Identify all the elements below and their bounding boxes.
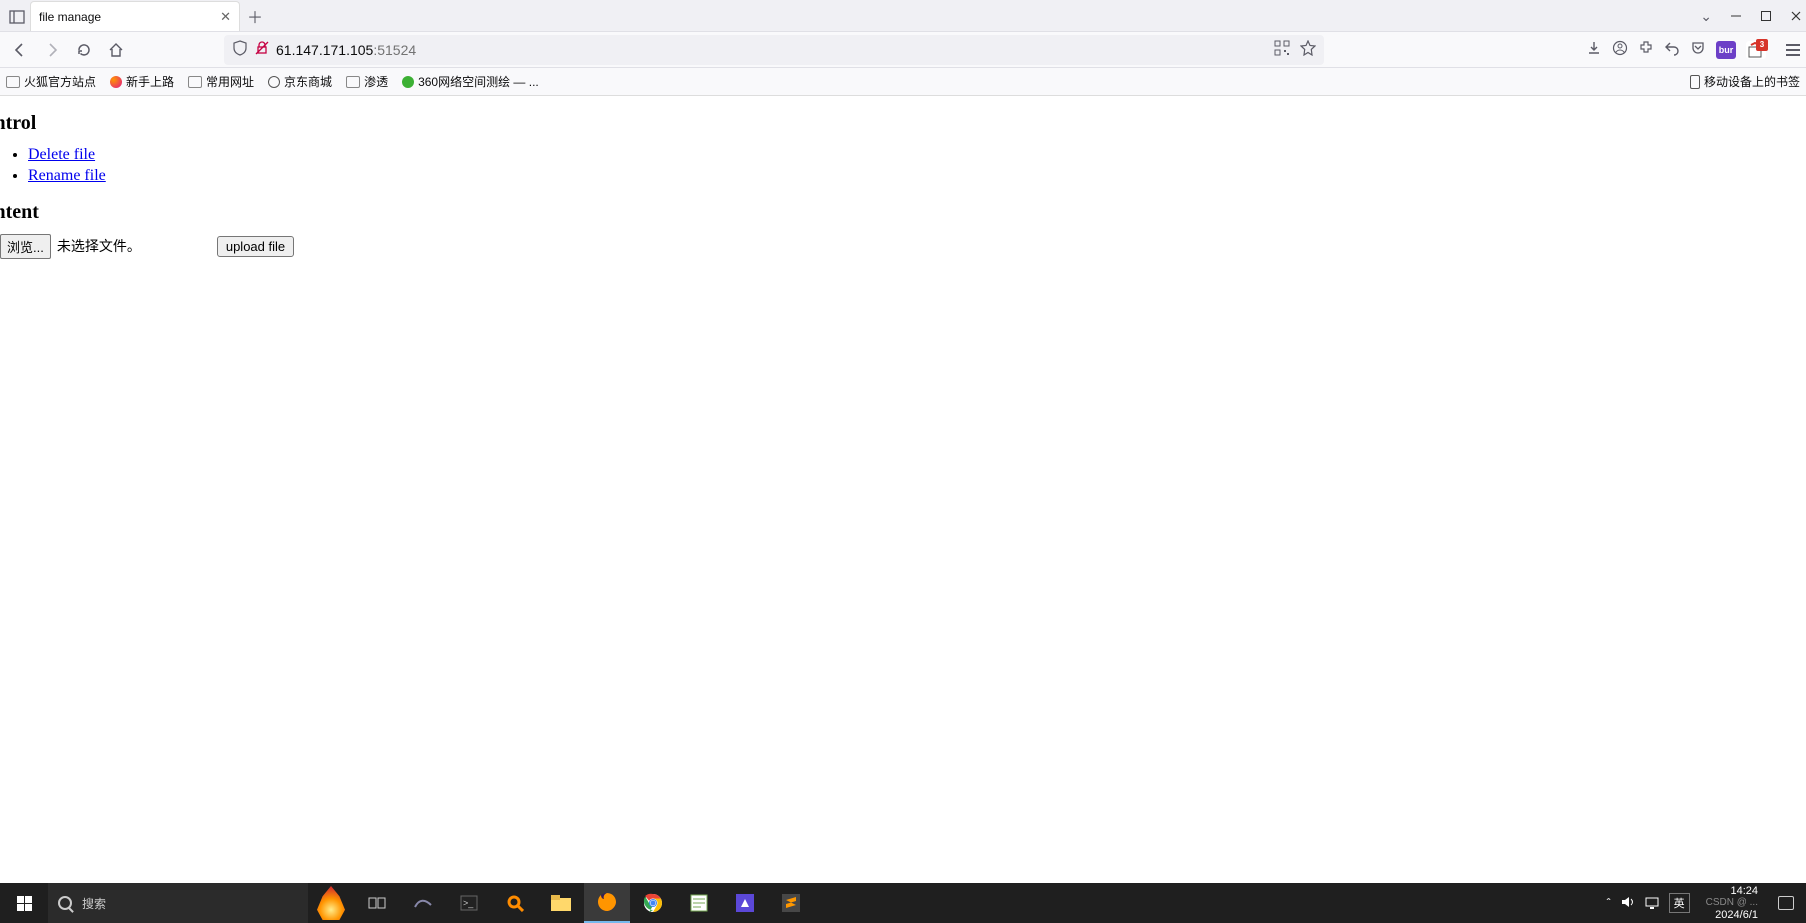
- nav-reload-button[interactable]: [70, 36, 98, 64]
- toolbar-right: bur 3: [1586, 40, 1800, 59]
- page-viewport: Control Delete file Rename file Content …: [0, 96, 1806, 883]
- bookmark-item-getting-started[interactable]: 新手上路: [110, 73, 174, 90]
- downloads-icon[interactable]: [1586, 40, 1602, 59]
- extension-hackbar-icon[interactable]: 3: [1746, 41, 1766, 59]
- taskbar-app-terminal[interactable]: >_: [446, 883, 492, 923]
- browser-tab-active[interactable]: file manage ✕: [30, 1, 240, 31]
- taskbar-search[interactable]: 搜索: [48, 883, 308, 923]
- bookmark-item-360[interactable]: 360网络空间测绘 — ...: [402, 73, 539, 90]
- bookmark-star-icon[interactable]: [1300, 40, 1316, 59]
- clock-date: 2024/6/1: [1715, 909, 1758, 922]
- browser-tab-strip: file manage ✕ ＋ ⌄: [0, 0, 1806, 32]
- account-icon[interactable]: [1612, 40, 1628, 59]
- start-button[interactable]: [0, 883, 48, 923]
- windows-logo-icon: [17, 896, 32, 911]
- browser-nav-bar: 61.147.171.105:51524 bur 3: [0, 32, 1806, 68]
- window-minimize-button[interactable]: [1730, 10, 1742, 22]
- search-placeholder: 搜索: [82, 895, 106, 912]
- taskbar-app-everything[interactable]: [492, 883, 538, 923]
- taskbar-app-kali[interactable]: [400, 883, 446, 923]
- new-tab-button[interactable]: ＋: [240, 1, 270, 31]
- windows-taskbar: 搜索 >_ ˆ 英 14:24 CSDN @ ... 2024/6/1: [0, 883, 1806, 923]
- taskbar-app-firefox[interactable]: [584, 883, 630, 923]
- url-text: 61.147.171.105:51524: [276, 42, 416, 58]
- qr-icon[interactable]: [1274, 40, 1290, 59]
- extensions-icon[interactable]: [1638, 40, 1654, 59]
- flame-icon: [317, 886, 345, 920]
- url-host: 61.147.171.105: [276, 42, 373, 58]
- undo-icon[interactable]: [1664, 40, 1680, 59]
- site-360-icon: [402, 76, 414, 88]
- bookmarks-toolbar: 火狐官方站点 新手上路 常用网址 京东商城 渗透 360网络空间测绘 — ...…: [0, 68, 1806, 96]
- tray-volume-icon[interactable]: [1621, 895, 1635, 912]
- page-body: Control Delete file Rename file Content …: [0, 96, 1806, 259]
- extension-badge-count: 3: [1756, 39, 1768, 51]
- heading-content: Content: [0, 201, 1796, 224]
- firefox-icon: [110, 76, 122, 88]
- tabstrip-window-controls: ⌄: [1700, 0, 1802, 32]
- tab-close-icon[interactable]: ✕: [220, 9, 231, 25]
- url-bar[interactable]: 61.147.171.105:51524: [224, 35, 1324, 65]
- taskbar-tray-area: ˆ 英 14:24 CSDN @ ... 2024/6/1: [1599, 883, 1806, 923]
- taskbar-pinned-apps: >_: [354, 883, 814, 923]
- nav-home-button[interactable]: [102, 36, 130, 64]
- extension-burp-icon[interactable]: bur: [1716, 41, 1736, 59]
- taskbar-app-explorer[interactable]: [538, 883, 584, 923]
- bookmark-item-pentest[interactable]: 渗透: [346, 73, 388, 90]
- ime-indicator[interactable]: 英: [1669, 893, 1690, 913]
- nav-back-button[interactable]: [6, 36, 34, 64]
- action-center-button[interactable]: [1766, 883, 1806, 923]
- taskbar-app-chrome[interactable]: [630, 883, 676, 923]
- insecure-site-icon[interactable]: [254, 40, 270, 59]
- nav-forward-button[interactable]: [38, 36, 66, 64]
- taskbar-taskview[interactable]: [354, 883, 400, 923]
- file-input-status: 未选择文件。: [57, 236, 141, 256]
- clock-time: 14:24: [1730, 885, 1758, 898]
- upload-row: 浏览... 未选择文件。 upload file: [0, 234, 1796, 259]
- notification-icon: [1778, 896, 1794, 910]
- bookmark-item-firefox-official[interactable]: 火狐官方站点: [6, 73, 96, 90]
- watermark-text: CSDN @ ...: [1706, 897, 1758, 909]
- taskbar-app-burp[interactable]: [722, 883, 768, 923]
- url-port: :51524: [373, 42, 416, 58]
- svg-text:>_: >_: [463, 898, 474, 908]
- tray-overflow-icon[interactable]: ˆ: [1607, 896, 1611, 910]
- folder-icon: [188, 76, 202, 88]
- link-delete-file[interactable]: Delete file: [28, 146, 95, 163]
- bookmark-item-jd[interactable]: 京东商城: [268, 73, 332, 90]
- mobile-icon: [1690, 75, 1700, 89]
- tray-network-icon[interactable]: [1645, 895, 1659, 912]
- upload-file-button[interactable]: upload file: [217, 236, 294, 257]
- sidebar-toggle-button[interactable]: [4, 3, 30, 31]
- search-icon: [58, 896, 72, 910]
- mobile-bookmarks-button[interactable]: 移动设备上的书签: [1690, 73, 1800, 90]
- taskbar-app-notepadpp[interactable]: [676, 883, 722, 923]
- app-menu-button[interactable]: [1786, 44, 1800, 56]
- control-list: Delete file Rename file: [28, 145, 1796, 187]
- window-close-button[interactable]: [1790, 10, 1802, 22]
- taskbar-app-sublime[interactable]: [768, 883, 814, 923]
- file-browse-button[interactable]: 浏览...: [0, 234, 51, 259]
- tab-title: file manage: [39, 10, 101, 24]
- system-tray[interactable]: ˆ 英: [1599, 893, 1698, 913]
- globe-icon: [268, 76, 280, 88]
- folder-icon: [346, 76, 360, 88]
- tracking-protection-icon[interactable]: [232, 40, 248, 59]
- taskbar-clock[interactable]: 14:24 CSDN @ ... 2024/6/1: [1698, 885, 1766, 922]
- taskbar-flame-app[interactable]: [308, 883, 354, 923]
- window-maximize-button[interactable]: [1760, 10, 1772, 22]
- pocket-icon[interactable]: [1690, 40, 1706, 59]
- list-all-tabs-button[interactable]: ⌄: [1700, 8, 1712, 25]
- link-rename-file[interactable]: Rename file: [28, 167, 106, 184]
- folder-icon: [6, 76, 20, 88]
- bookmark-item-common-sites[interactable]: 常用网址: [188, 73, 254, 90]
- heading-control: Control: [0, 112, 1796, 135]
